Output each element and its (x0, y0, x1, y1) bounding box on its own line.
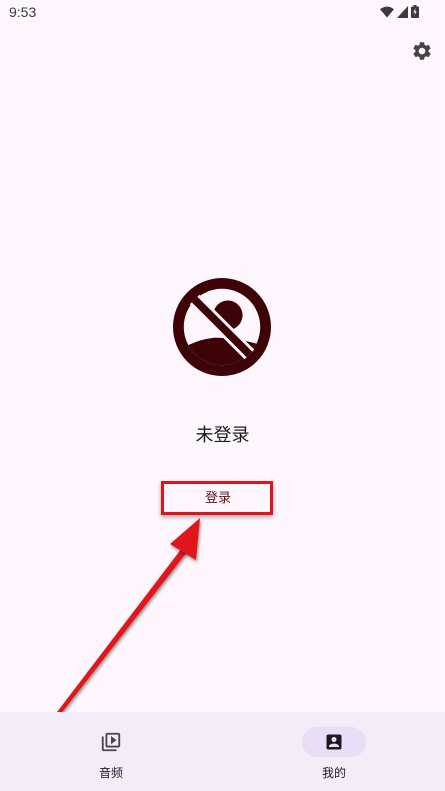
nav-label-mine: 我的 (321, 766, 346, 780)
battery-icon (411, 5, 419, 18)
nav-icon-wrap-mine (302, 727, 366, 757)
wifi-icon (380, 6, 394, 17)
settings-gear-icon[interactable] (411, 40, 433, 62)
pointer-arrow (19, 518, 200, 765)
status-icons (380, 5, 419, 18)
bottom-navigation: 音频 我的 (0, 712, 445, 791)
status-bar: 9:53 (0, 0, 445, 26)
no-account-avatar-icon (173, 278, 271, 376)
login-highlight-box (161, 481, 273, 515)
login-status-text: 未登录 (195, 425, 250, 446)
nav-icon-wrap-audio (79, 727, 143, 757)
account-box-icon (326, 734, 342, 750)
nav-item-mine[interactable]: 我的 (223, 712, 445, 791)
nav-label-audio: 音频 (98, 766, 123, 780)
audio-library-icon (101, 732, 121, 752)
status-time: 9:53 (9, 4, 37, 20)
signal-icon (397, 5, 408, 18)
nav-item-audio[interactable]: 音频 (0, 712, 222, 791)
